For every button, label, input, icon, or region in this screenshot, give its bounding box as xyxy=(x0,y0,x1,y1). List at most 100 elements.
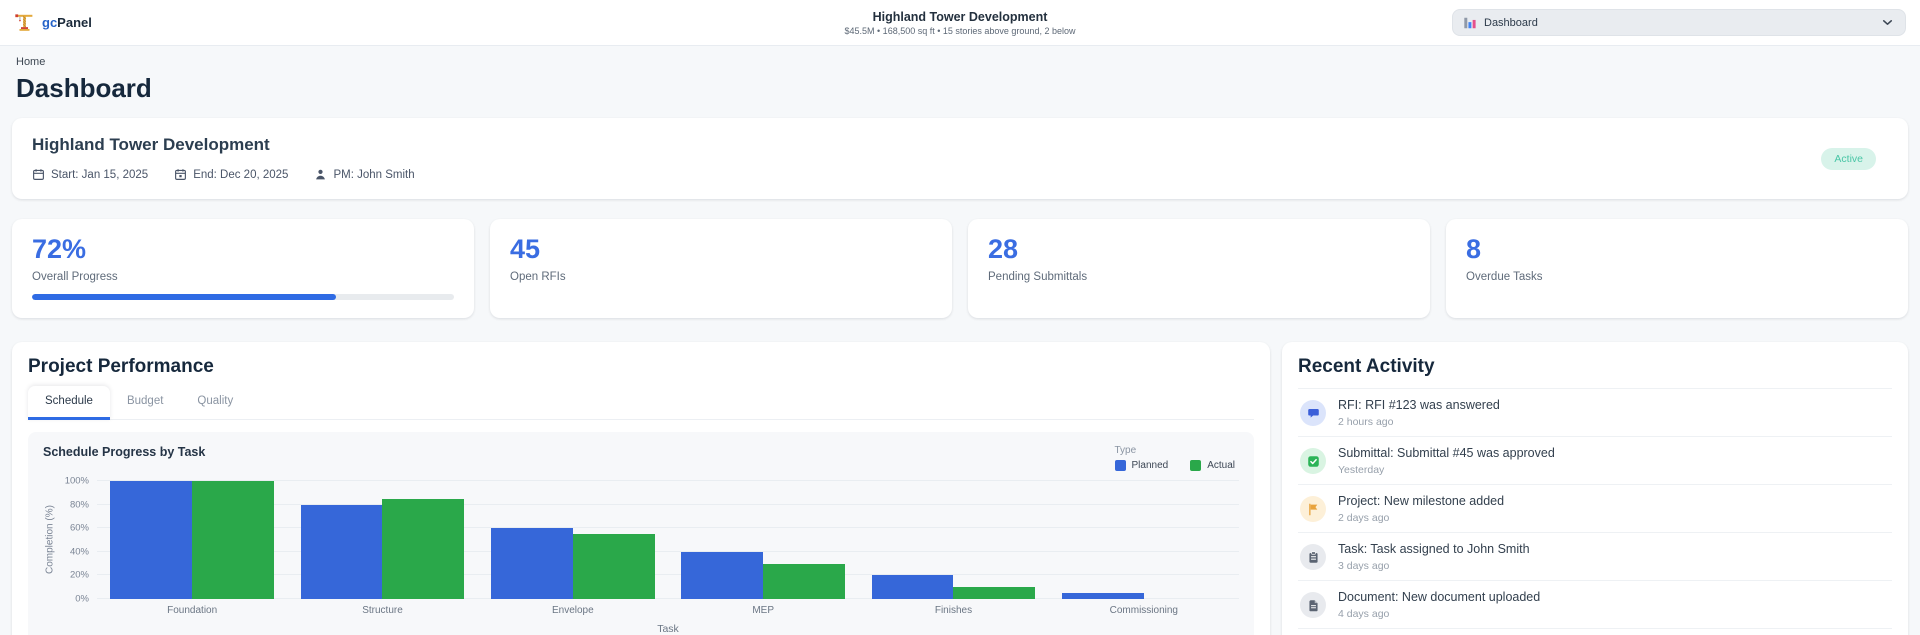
project-performance-panel: Project Performance Schedule Budget Qual… xyxy=(12,342,1270,635)
brand-text: gcPanel xyxy=(42,15,92,30)
stats-row: 72% Overall Progress 45 Open RFIs 28 Pen… xyxy=(12,219,1908,318)
stat-card-overdue-tasks: 8 Overdue Tasks xyxy=(1446,219,1908,318)
app-logo[interactable]: gcPanel xyxy=(14,12,92,33)
clipboard-icon xyxy=(1300,544,1326,570)
bar-planned-structure xyxy=(300,504,383,599)
recent-activity-panel: Recent Activity RFI: RFI #123 was answer… xyxy=(1282,342,1908,635)
calendar-icon xyxy=(32,168,45,181)
bar-planned-commissioning xyxy=(1061,593,1144,599)
activity-item-body: Task: Task assigned to John Smith 3 days … xyxy=(1338,542,1530,572)
activity-item: RFI: RFI #123 was answered 2 hours ago xyxy=(1298,389,1892,437)
y-tick-label: 80% xyxy=(69,499,89,511)
chart-plot xyxy=(97,480,1239,599)
activity-item: Project: New milestone added 2 days ago xyxy=(1298,485,1892,533)
progress-bar-track xyxy=(32,294,454,300)
activity-item-title: Task: Task assigned to John Smith xyxy=(1338,542,1530,556)
legend-entry-actual: Actual xyxy=(1190,460,1235,471)
calendar-check-icon xyxy=(174,168,187,181)
bar-actual-structure xyxy=(382,498,465,599)
tab-quality[interactable]: Quality xyxy=(180,386,250,419)
x-tick-label: Envelope xyxy=(551,605,594,616)
status-badge: Active xyxy=(1821,147,1876,170)
project-name: Highland Tower Development xyxy=(32,135,270,154)
bar-planned-finishes xyxy=(871,575,954,599)
y-tick-label: 100% xyxy=(64,475,89,487)
tab-budget[interactable]: Budget xyxy=(110,386,180,419)
bar-group-envelope xyxy=(478,481,668,599)
chart-title: Schedule Progress by Task xyxy=(43,445,206,459)
bar-group-foundation xyxy=(97,481,287,599)
legend-title: Type xyxy=(1114,445,1137,456)
stat-label: Overdue Tasks xyxy=(1466,271,1543,283)
check-icon xyxy=(1300,448,1326,474)
bar-group-structure xyxy=(287,481,477,599)
chart-ylabel: Completion (%) xyxy=(44,505,56,575)
activity-item-body: RFI: RFI #123 was answered 2 hours ago xyxy=(1338,398,1500,428)
chart-legend: Type Planned Actual xyxy=(1114,445,1235,471)
top-header: gcPanel Highland Tower Development $45.5… xyxy=(0,0,1920,46)
schedule-chart-panel: Schedule Progress by Task Type Planned Ac… xyxy=(28,432,1254,635)
person-icon xyxy=(314,168,327,181)
activity-item-time: Yesterday xyxy=(1338,464,1385,476)
project-meta: Start: Jan 15, 2025 End: Dec 20, 2025 PM… xyxy=(32,168,1888,181)
project-end-label: End: Dec 20, 2025 xyxy=(193,168,289,181)
x-tick-label: MEP xyxy=(752,605,774,616)
activity-item-title: Submittal: Submittal #45 was approved xyxy=(1338,446,1555,460)
bar-actual-mep xyxy=(763,563,845,599)
stat-value: 28 xyxy=(988,234,1019,264)
activity-item-body: Document: New document uploaded 4 days ag… xyxy=(1338,590,1540,620)
y-tick-label: 40% xyxy=(69,546,89,558)
document-icon xyxy=(1300,592,1326,618)
bar-planned-mep xyxy=(681,551,764,599)
activity-item-body: Submittal: Submittal #45 was approved Yes… xyxy=(1338,446,1555,476)
nav-dropdown[interactable]: Dashboard xyxy=(1452,9,1906,36)
brand-prefix: gc xyxy=(42,15,58,30)
legend-entry-planned: Planned xyxy=(1114,460,1169,471)
stat-value: 8 xyxy=(1466,234,1482,264)
activity-item: Safety: Safety meeting scheduled5 days a… xyxy=(1298,629,1892,635)
progress-bar-fill xyxy=(32,294,336,300)
nav-dropdown-value: Dashboard xyxy=(1484,16,1538,29)
chart-yticks: 0% 20% 40% 60% 80% 100% xyxy=(57,476,97,605)
stat-card-overall-progress: 72% Overall Progress xyxy=(12,219,474,318)
legend-label: Actual xyxy=(1207,460,1235,471)
activity-item: Task: Task assigned to John Smith 3 days … xyxy=(1298,533,1892,581)
chart-xlabels: Foundation Structure Envelope MEP Finishes Co… xyxy=(97,605,1239,616)
bar-chart-icon xyxy=(1463,16,1477,30)
legend-swatch xyxy=(1114,460,1126,471)
stat-label: Pending Submittals xyxy=(988,271,1088,283)
stat-value: 72% xyxy=(32,234,87,264)
activity-item-title: Project: New milestone added xyxy=(1338,494,1505,508)
chart-body: Completion (%) 0% 20% 40% 60% 80% 100% xyxy=(43,476,1239,605)
comment-icon xyxy=(1300,400,1326,426)
y-tick-label: 0% xyxy=(75,593,89,605)
x-tick-label: Structure xyxy=(362,605,403,616)
chart-legend-entries: Planned Actual xyxy=(1114,460,1235,471)
brand-suffix: Panel xyxy=(57,15,92,30)
bar-actual-finishes xyxy=(953,587,1036,599)
activity-item-time: 4 days ago xyxy=(1338,608,1390,620)
bar-actual-foundation xyxy=(192,481,274,599)
legend-swatch xyxy=(1190,460,1202,471)
legend-label: Planned xyxy=(1131,460,1169,471)
page-title: Dashboard xyxy=(16,73,152,103)
activity-item-time: 2 days ago xyxy=(1338,512,1390,524)
project-start-date: Start: Jan 15, 2025 xyxy=(32,168,148,181)
tab-schedule[interactable]: Schedule xyxy=(28,386,110,420)
project-pm-label: PM: John Smith xyxy=(333,168,415,181)
crane-icon xyxy=(14,12,35,33)
x-tick-label: Finishes xyxy=(934,605,973,616)
stat-card-pending-submittals: 28 Pending Submittals xyxy=(968,219,1430,318)
project-manager: PM: John Smith xyxy=(314,168,415,181)
y-tick-label: 60% xyxy=(69,522,89,534)
activity-item: Submittal: Submittal #45 was approved Yes… xyxy=(1298,437,1892,485)
project-end-date: End: Dec 20, 2025 xyxy=(174,168,288,181)
activity-item-title: Document: New document uploaded xyxy=(1338,590,1541,604)
breadcrumb-home-link[interactable]: Home xyxy=(16,56,45,68)
performance-title: Project Performance xyxy=(28,356,214,377)
stat-label: Open RFIs xyxy=(510,271,566,283)
activity-item-title: RFI: RFI #123 was answered xyxy=(1338,398,1500,412)
chevron-down-icon xyxy=(1880,15,1895,30)
bar-group-commissioning xyxy=(1049,481,1239,599)
breadcrumb: Home xyxy=(16,56,1904,68)
